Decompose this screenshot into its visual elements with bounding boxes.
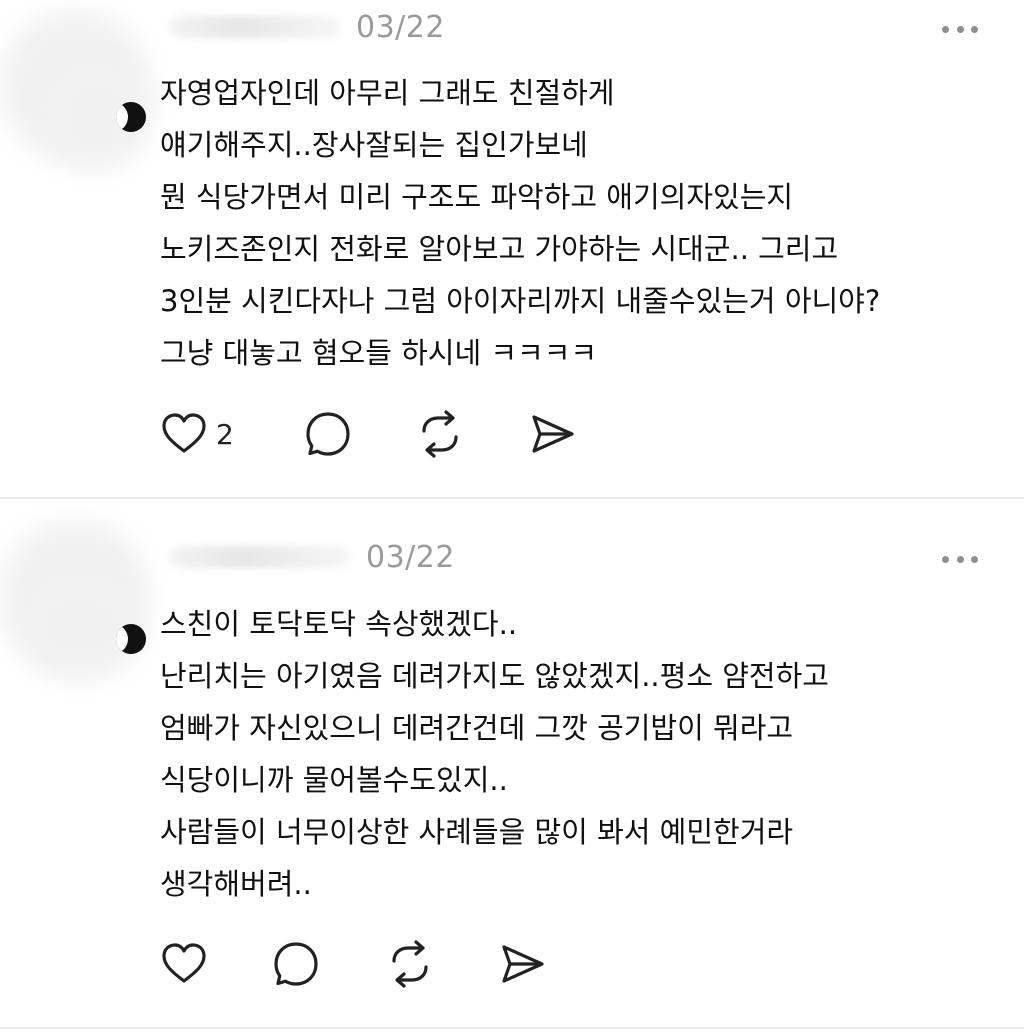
- like-button[interactable]: [160, 940, 216, 988]
- username-redacted[interactable]: [170, 16, 340, 38]
- heart-icon: [162, 413, 206, 453]
- repost-button[interactable]: [386, 940, 434, 988]
- post-text-line: 사람들이 너무이상한 사례들을 많이 봐서 예민한거라: [160, 815, 794, 849]
- post-divider: [0, 497, 1024, 499]
- more-dots-icon[interactable]: [942, 554, 978, 564]
- blurred-profile-area: [20, 570, 140, 680]
- post-card: 03/22 자영업자인데 아무리 그래도 친절하게 얘기해주지..장사잘되는 집…: [0, 0, 1024, 498]
- post-date: 03/22: [356, 10, 445, 45]
- reply-button[interactable]: [304, 410, 352, 458]
- more-dots-icon[interactable]: [942, 24, 978, 34]
- post-text: 스친이 토닥토닥 속상했겠다.. 난리치는 아기였음 데려가지도 않았겠지..평…: [160, 598, 829, 910]
- avatar[interactable]: [116, 102, 146, 132]
- post-text-line: 3인분 시킨다자나 그럼 아이자리까지 내줄수있는거 아니야?: [160, 284, 881, 318]
- like-button[interactable]: 2: [160, 410, 234, 458]
- reply-button[interactable]: [272, 940, 320, 988]
- repost-icon: [422, 410, 458, 458]
- send-icon: [532, 415, 574, 453]
- share-button[interactable]: [498, 940, 546, 988]
- post-text-line: 엄빠가 자신있으니 데려간건데 그깟 공기밥이 뭐라고: [160, 711, 794, 745]
- post-text-line: 뭔 식당가면서 미리 구조도 파악하고 애기의자있는지: [160, 180, 794, 214]
- avatar[interactable]: [116, 624, 146, 654]
- comment-bubble-icon: [306, 412, 350, 456]
- username-redacted[interactable]: [170, 546, 350, 568]
- post-text-line: 노키즈존인지 전화로 알아보고 가야하는 시대군.. 그리고: [160, 232, 839, 266]
- heart-icon: [162, 943, 206, 983]
- repost-button[interactable]: [416, 410, 464, 458]
- post-text-line: 스친이 토닥토닥 속상했겠다..: [160, 607, 518, 641]
- post-text-line: 얘기해주지..장사잘되는 집인가보네: [160, 128, 588, 162]
- post-divider: [0, 1027, 1024, 1029]
- post-text-line: 난리치는 아기였음 데려가지도 않았겠지..평소 얌전하고: [160, 659, 829, 693]
- like-count: 2: [216, 417, 234, 451]
- post-text-line: 자영업자인데 아무리 그래도 친절하게: [160, 76, 615, 110]
- post-text-line: 생각해버려..: [160, 867, 312, 901]
- send-icon: [502, 945, 544, 983]
- comment-bubble-icon: [274, 942, 318, 986]
- post-text-line: 그냥 대놓고 혐오들 하시네 ㅋㅋㅋㅋ: [160, 336, 598, 370]
- repost-icon: [392, 940, 428, 988]
- share-button[interactable]: [528, 410, 576, 458]
- post-text: 자영업자인데 아무리 그래도 친절하게 얘기해주지..장사잘되는 집인가보네 뭔…: [160, 67, 880, 379]
- post-date: 03/22: [366, 540, 455, 575]
- post-card: 03/22 스친이 토닥토닥 속상했겠다.. 난리치는 아기였음 데려가지도 않…: [0, 500, 1024, 1028]
- post-text-line: 식당이니까 물어볼수도있지..: [160, 763, 508, 797]
